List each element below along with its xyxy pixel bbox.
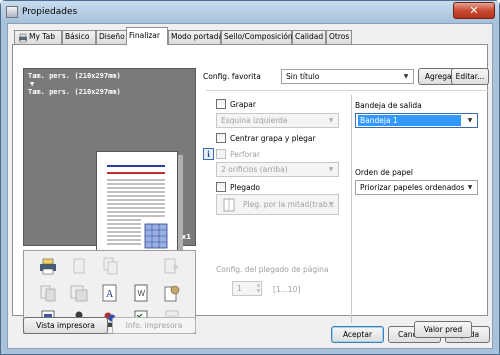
- document-preview-graphic: [107, 165, 168, 249]
- fold-type-value: Pleg. por la mitad(trab.c: [243, 200, 335, 209]
- printer-settings-icon[interactable]: [38, 256, 58, 276]
- duplex-icon: [73, 258, 85, 274]
- printer-view-button[interactable]: Vista impresora: [23, 317, 108, 334]
- app-icon: [6, 6, 18, 18]
- output-tray-label: Bandeja de salida: [355, 101, 422, 110]
- paper-preview: Tam. pers. (210x297mm) ▼ Tam. pers. (210…: [23, 68, 196, 269]
- font-icon[interactable]: A: [100, 283, 120, 303]
- staple-checkbox[interactable]: [216, 99, 226, 109]
- tab-panel-finalizar: Tam. pers. (210x297mm) ▼ Tam. pers. (210…: [12, 44, 489, 338]
- center-staple-checkbox[interactable]: [216, 133, 226, 143]
- tab-my-tab[interactable]: My Tab: [14, 30, 62, 44]
- default-label: Valor pred: [423, 325, 463, 334]
- down-arrow-icon: ▼: [30, 80, 35, 88]
- fold-pages-spinner: 1 ▲ ▼: [232, 281, 262, 296]
- fold-label: Plegado: [230, 183, 260, 192]
- accept-label: Aceptar: [342, 330, 373, 339]
- tab-diseno[interactable]: Diseño: [96, 30, 128, 44]
- chevron-down-icon: ▼: [467, 184, 473, 191]
- image-overlay-icon: [70, 285, 88, 302]
- edit-favorite-button[interactable]: Editar...: [451, 68, 489, 85]
- staple-position-select[interactable]: Esquina izquierda ▼: [216, 113, 339, 128]
- punch-checkbox: [216, 149, 226, 159]
- copies-icon: [103, 257, 118, 275]
- output-tray-value: Bandeja 1: [360, 116, 398, 125]
- info-icon: i: [203, 148, 214, 160]
- punch-type-select: 2 orificios (arriba) ▼: [216, 162, 339, 177]
- fold-config-label: Config. del plegado de página: [216, 265, 329, 274]
- info-glyph: i: [207, 149, 210, 159]
- properties-window: Propiedades ✕ My Tab Básico Diseño Final…: [0, 0, 500, 355]
- spin-down-icon: ▼: [256, 288, 260, 293]
- paper-size-input-label: Tam. pers. (210x297mm): [28, 72, 121, 80]
- chevron-down-icon: ▼: [328, 166, 334, 173]
- default-button[interactable]: Valor pred: [414, 321, 472, 338]
- tab-label: Finalizar: [129, 31, 160, 40]
- printer-view-label: Vista impresora: [36, 321, 95, 330]
- center-staple-label: Centrar grapa y plegar: [230, 134, 316, 143]
- tab-label: Básico: [65, 32, 90, 41]
- paper-order-label: Orden de papel: [355, 168, 413, 177]
- printer-info-label: Info. impresora: [125, 321, 183, 330]
- accept-button[interactable]: Aceptar: [331, 326, 384, 343]
- favorite-config-label: Config. favorita: [203, 72, 261, 81]
- tab-label: Diseño: [99, 32, 125, 41]
- paper-order-select[interactable]: Priorizar papeles ordenados ▼: [355, 180, 478, 195]
- page-layout-icon: [164, 258, 179, 274]
- edit-favorite-label: Editar...: [455, 72, 485, 81]
- tab-label: Calidad: [295, 32, 324, 41]
- svg-text:W: W: [138, 289, 146, 298]
- close-button[interactable]: ✕: [453, 2, 495, 19]
- fold-pages-range: [1...10]: [273, 285, 301, 294]
- tab-modo-portada[interactable]: Modo portada: [168, 30, 224, 44]
- preview-sheet: [96, 151, 178, 265]
- divider: [206, 90, 488, 91]
- chevron-down-icon: ▼: [467, 117, 473, 124]
- collate-icon: [40, 285, 56, 302]
- dialog-client: My Tab Básico Diseño Finalizar Modo port…: [7, 23, 493, 349]
- punch-label: Perforar: [230, 150, 260, 159]
- tab-label: My Tab: [29, 32, 55, 41]
- paper-size-output-label: Tam. pers. (210x297mm): [28, 88, 121, 96]
- close-icon: ✕: [469, 4, 479, 17]
- divider: [351, 95, 352, 323]
- watermark-icon[interactable]: W: [131, 283, 151, 303]
- fold-pages-value: 1: [237, 284, 242, 293]
- staple-position-value: Esquina izquierda: [221, 116, 288, 125]
- favorite-config-select[interactable]: Sin título ▼: [281, 69, 414, 84]
- tab-sello-composicion[interactable]: Sello/Composición: [221, 30, 293, 44]
- printer-icon: [19, 33, 27, 43]
- fold-type-select[interactable]: Pleg. por la mitad(trab.c ▼: [216, 194, 339, 215]
- favorite-config-value: Sin título: [286, 72, 320, 81]
- paper-order-value: Priorizar papeles ordenados: [360, 183, 465, 192]
- fold-icon: [223, 198, 235, 212]
- tab-label: Modo portada: [171, 32, 224, 41]
- staple-label: Grapar: [230, 100, 256, 109]
- punch-type-value: 2 orificios (arriba): [221, 165, 288, 174]
- chevron-down-icon: ▼: [403, 73, 409, 80]
- tab-calidad[interactable]: Calidad: [292, 30, 326, 44]
- tab-otros[interactable]: Otros: [326, 30, 352, 44]
- printer-info-button: Info. impresora: [112, 317, 196, 334]
- title-bar[interactable]: Propiedades ✕: [1, 1, 499, 23]
- chevron-down-icon: ▼: [328, 117, 334, 124]
- tab-label: Otros: [329, 32, 350, 41]
- window-title: Propiedades: [22, 7, 78, 17]
- tab-basico[interactable]: Básico: [62, 30, 96, 44]
- tab-label: Sello/Composición: [224, 32, 293, 41]
- fold-checkbox[interactable]: [216, 182, 226, 192]
- output-tray-select[interactable]: Bandeja 1 ▼: [355, 113, 478, 128]
- svg-text:A: A: [106, 289, 114, 300]
- stamp-icon[interactable]: [162, 283, 182, 303]
- chevron-down-icon: ▼: [328, 201, 334, 208]
- copies-count: x1: [181, 233, 191, 241]
- tab-finalizar[interactable]: Finalizar: [126, 27, 168, 45]
